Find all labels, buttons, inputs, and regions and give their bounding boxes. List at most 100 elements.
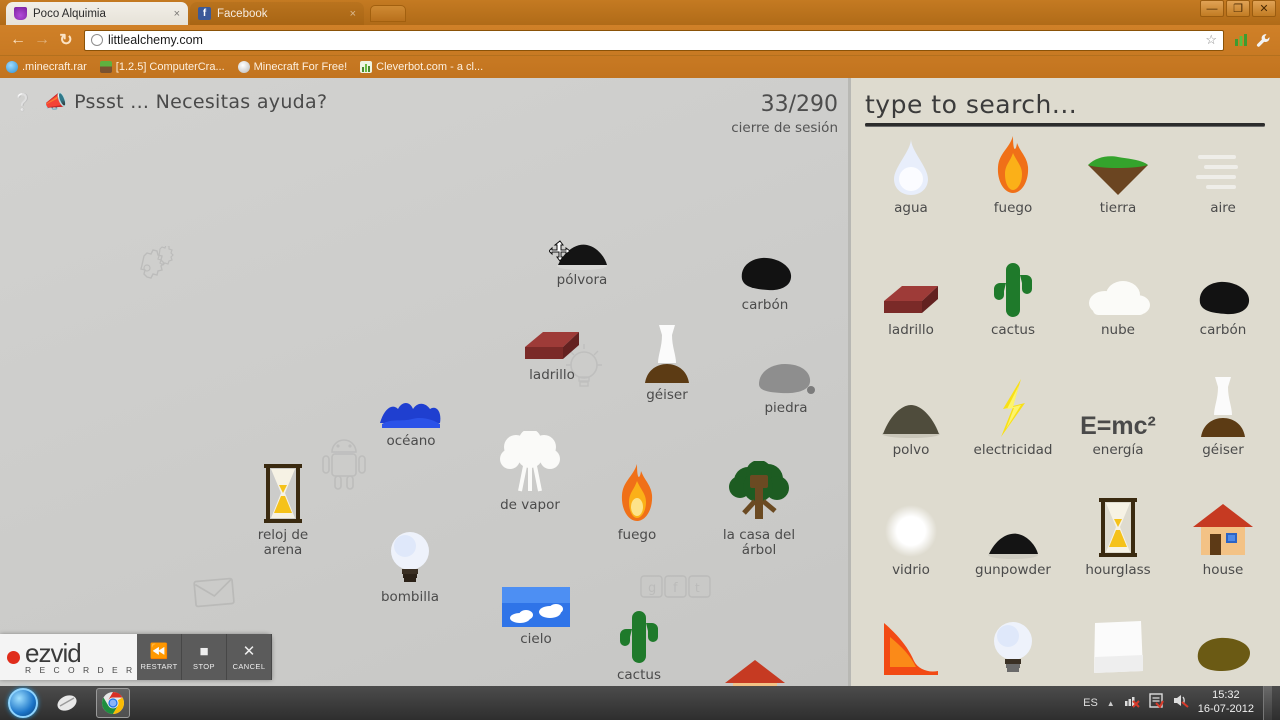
canvas-item-label: ladrillo <box>529 367 575 383</box>
house-icon <box>700 653 810 686</box>
globe-icon <box>91 34 103 46</box>
element-aire[interactable]: aire <box>1169 133 1277 216</box>
elements-panel: type to search... agua fuego tierra aire… <box>848 78 1280 686</box>
canvas-item-label: bombilla <box>380 589 440 605</box>
canvas-item-cactus[interactable]: cactus <box>584 603 694 683</box>
canvas-item-reloj-de-arena[interactable]: reloj de arena <box>228 463 338 557</box>
geyser-icon <box>1169 375 1277 439</box>
element-lava[interactable] <box>857 615 965 686</box>
canvas-item-label: pólvora <box>556 272 608 288</box>
canvas-item-label: cactus <box>616 667 661 683</box>
tab-poco-alquimia[interactable]: Poco Alquimia × <box>6 2 188 25</box>
show-hidden-icons-arrow[interactable]: ▲ <box>1107 699 1115 708</box>
element-label: fuego <box>993 200 1033 216</box>
element-energia[interactable]: E=mc² energía <box>1064 375 1172 459</box>
tab-close-icon[interactable]: × <box>164 8 180 20</box>
taskbar-chrome-icon[interactable] <box>96 688 130 718</box>
search-box[interactable]: type to search... <box>865 90 1265 126</box>
close-button[interactable]: ✕ <box>1252 0 1276 17</box>
volume-muted-icon[interactable] <box>1173 693 1189 713</box>
cancel-button[interactable]: ✕ CANCEL <box>227 634 272 680</box>
back-icon[interactable]: ← <box>6 29 30 51</box>
move-cursor-icon <box>548 240 571 262</box>
element-lightbulb[interactable] <box>959 615 1067 686</box>
search-input[interactable]: type to search... <box>865 90 1265 119</box>
extension-icon[interactable] <box>1230 33 1252 47</box>
forward-icon[interactable]: → <box>30 29 54 51</box>
element-label: electricidad <box>973 442 1053 458</box>
bookmark-item[interactable]: [1.2.5] ComputerCra... <box>99 60 225 73</box>
system-tray: ES ▲ 15:32 16-07-2012 <box>1083 686 1280 720</box>
canvas-item-de-vapor[interactable]: de vapor <box>475 431 585 513</box>
maximize-button[interactable]: ❐ <box>1226 0 1250 17</box>
element-agua[interactable]: agua <box>857 133 965 216</box>
taskbar-media-icon[interactable] <box>50 688 84 718</box>
element-polvo[interactable]: polvo <box>857 375 965 458</box>
canvas-item-cielo[interactable]: cielo <box>481 567 591 647</box>
canvas-item-label: piedra <box>764 400 808 416</box>
clock[interactable]: 15:32 16-07-2012 <box>1198 689 1254 717</box>
canvas-item-bombilla[interactable]: bombilla <box>355 525 465 605</box>
svg-text:g: g <box>648 581 656 596</box>
tab-close-icon[interactable]: × <box>340 8 356 20</box>
canvas-item-piedra[interactable]: piedra <box>731 336 841 416</box>
lightbulb-icon <box>959 615 1067 675</box>
element-label: house <box>1202 562 1244 578</box>
bookmark-item[interactable]: Minecraft For Free! <box>237 60 347 73</box>
reload-icon[interactable]: ↻ <box>54 29 78 51</box>
action-center-icon[interactable] <box>1149 693 1164 713</box>
house-icon <box>1169 495 1277 559</box>
restart-button[interactable]: ⏪ RESTART <box>137 634 182 680</box>
stop-button[interactable]: ■ STOP <box>182 634 227 680</box>
minecraft-block-icon <box>99 60 112 73</box>
element-mud[interactable] <box>1169 615 1277 686</box>
address-bar[interactable]: littlealchemy.com ☆ <box>84 29 1224 51</box>
element-gunpowder[interactable]: gunpowder <box>959 495 1067 578</box>
ezvid-branding: ezvid R E C O R D E R <box>25 640 135 675</box>
canvas-item-carbon[interactable]: carbón <box>710 233 820 313</box>
game-canvas[interactable]: ❔ 📣 Pssst ... Necesitas ayuda? 33/290 ci… <box>0 78 848 686</box>
canvas-item-polvora[interactable]: pólvora <box>527 208 637 288</box>
minimize-button[interactable]: — <box>1200 0 1224 17</box>
element-nube[interactable]: nube <box>1064 255 1172 338</box>
element-cactus[interactable]: cactus <box>959 255 1067 338</box>
language-indicator[interactable]: ES <box>1083 697 1098 709</box>
element-label: carbón <box>1199 322 1247 338</box>
canvas-item-oceano[interactable]: océano <box>356 369 466 449</box>
help-hint[interactable]: ❔ 📣 Pssst ... Necesitas ayuda? <box>12 90 327 113</box>
fire-icon <box>582 463 692 525</box>
new-tab-button[interactable] <box>370 5 406 22</box>
bookmark-item[interactable]: Cleverbot.com - a cl... <box>360 60 483 73</box>
network-error-icon[interactable] <box>1124 693 1140 713</box>
canvas-item-la-casa-del-arbol[interactable]: la casa del árbol <box>704 461 814 557</box>
element-label: géiser <box>1202 442 1244 458</box>
canvas-item-label: océano <box>386 433 436 449</box>
globe-icon <box>237 60 250 73</box>
element-label: gunpowder <box>975 562 1051 578</box>
element-geiser[interactable]: géiser <box>1169 375 1277 458</box>
bookmark-item[interactable]: .minecraft.rar <box>6 60 87 73</box>
canvas-item-ladrillo[interactable]: ladrillo <box>497 303 607 383</box>
brick-icon <box>497 303 607 365</box>
wrench-icon[interactable] <box>1252 33 1274 48</box>
windows-orb-icon[interactable] <box>8 688 38 718</box>
tab-facebook[interactable]: f Facebook × <box>190 2 364 25</box>
canvas-item-casa[interactable]: casa <box>700 653 810 686</box>
logout-link[interactable]: cierre de sesión <box>731 120 838 136</box>
element-fuego[interactable]: fuego <box>959 133 1067 216</box>
element-paper[interactable] <box>1064 615 1172 686</box>
element-ladrillo[interactable]: ladrillo <box>857 255 965 338</box>
rewind-icon: ⏪ <box>149 642 169 660</box>
element-house[interactable]: house <box>1169 495 1277 578</box>
canvas-item-fuego[interactable]: fuego <box>582 463 692 543</box>
element-electricidad[interactable]: electricidad <box>959 375 1067 458</box>
element-carbon[interactable]: carbón <box>1169 255 1277 338</box>
element-hourglass[interactable]: hourglass <box>1064 495 1172 578</box>
help-hint-text: Pssst ... Necesitas ayuda? <box>74 91 328 113</box>
counter-value: 33/290 <box>760 92 838 117</box>
element-tierra[interactable]: tierra <box>1064 133 1172 216</box>
bookmark-star-icon[interactable]: ☆ <box>1205 32 1217 48</box>
canvas-item-geiser[interactable]: géiser <box>612 323 722 403</box>
element-vidrio[interactable]: vidrio <box>857 495 965 578</box>
show-desktop-button[interactable] <box>1263 686 1272 720</box>
